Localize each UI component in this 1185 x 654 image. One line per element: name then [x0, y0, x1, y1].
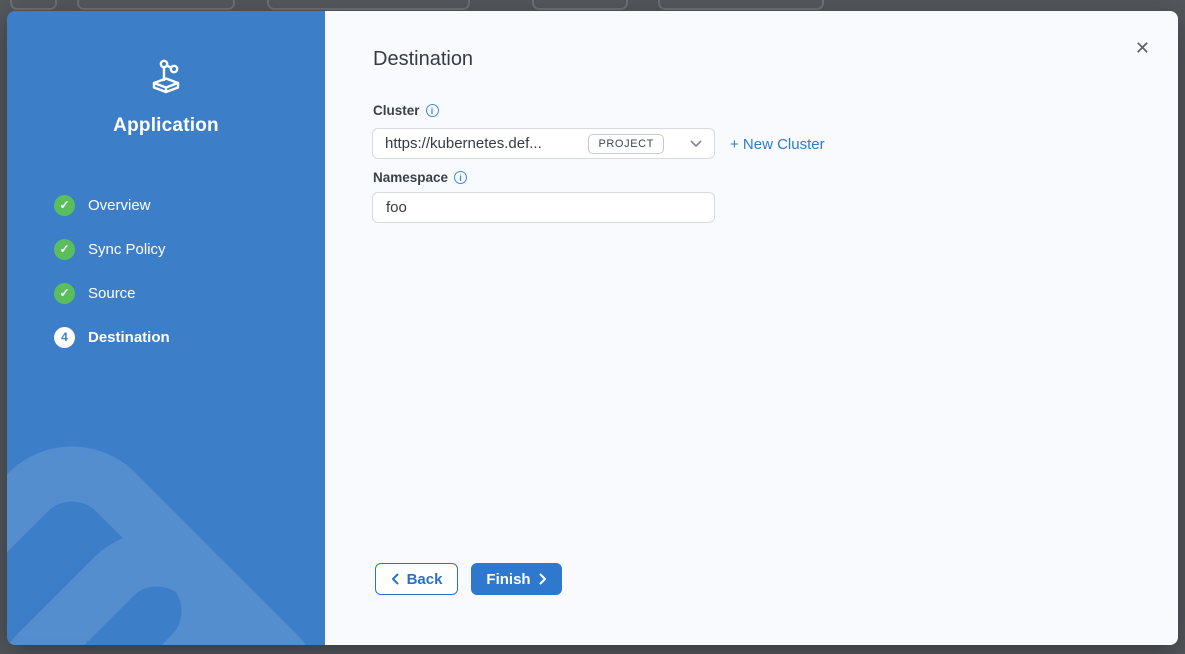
cluster-selected-value: https://kubernetes.def...: [385, 135, 588, 152]
step-overview[interactable]: ✓ Overview: [54, 183, 325, 227]
info-icon[interactable]: i: [426, 104, 439, 117]
info-icon[interactable]: i: [454, 171, 467, 184]
namespace-label-text: Namespace: [373, 170, 448, 185]
back-button[interactable]: Back: [375, 563, 458, 595]
wizard-sidebar: Application ✓ Overview ✓ Sync Policy ✓ S…: [7, 11, 325, 645]
step-source[interactable]: ✓ Source: [54, 271, 325, 315]
backdrop-field-5: [658, 0, 824, 10]
back-button-label: Back: [407, 571, 443, 588]
check-icon: ✓: [54, 195, 75, 216]
cluster-field-label: Cluster i: [373, 103, 439, 118]
cluster-select[interactable]: https://kubernetes.def... PROJECT: [372, 128, 715, 159]
chevron-right-icon: [539, 573, 547, 585]
wizard-steps: ✓ Overview ✓ Sync Policy ✓ Source 4 Dest…: [7, 183, 325, 359]
backdrop-field-2: [77, 0, 235, 10]
namespace-input[interactable]: [372, 192, 715, 223]
project-badge: PROJECT: [588, 134, 664, 154]
page-title: Destination: [373, 48, 473, 71]
application-wizard-dialog: Application ✓ Overview ✓ Sync Policy ✓ S…: [7, 11, 1178, 645]
cluster-label-text: Cluster: [373, 103, 420, 118]
finish-button-label: Finish: [486, 571, 530, 588]
step-number-badge: 4: [54, 327, 75, 348]
step-sync-policy[interactable]: ✓ Sync Policy: [54, 227, 325, 271]
backdrop-field-1: [10, 0, 57, 10]
step-destination[interactable]: 4 Destination: [54, 315, 325, 359]
check-icon: ✓: [54, 283, 75, 304]
step-label: Source: [88, 285, 136, 302]
step-label: Sync Policy: [88, 241, 166, 258]
backdrop-field-3: [267, 0, 470, 10]
finish-button[interactable]: Finish: [471, 563, 562, 595]
check-icon: ✓: [54, 239, 75, 260]
destination-panel: ✕ Destination Cluster i https://kubernet…: [325, 11, 1178, 645]
application-icon: [145, 57, 187, 101]
close-icon[interactable]: ✕: [1135, 39, 1150, 57]
namespace-field-label: Namespace i: [373, 170, 467, 185]
chevron-left-icon: [391, 573, 399, 585]
step-label: Destination: [88, 329, 170, 346]
new-cluster-link[interactable]: + New Cluster: [730, 135, 825, 155]
wizard-title: Application: [7, 115, 325, 137]
chevron-down-icon: [690, 140, 702, 148]
backdrop-field-4: [532, 0, 628, 10]
step-label: Overview: [88, 197, 151, 214]
